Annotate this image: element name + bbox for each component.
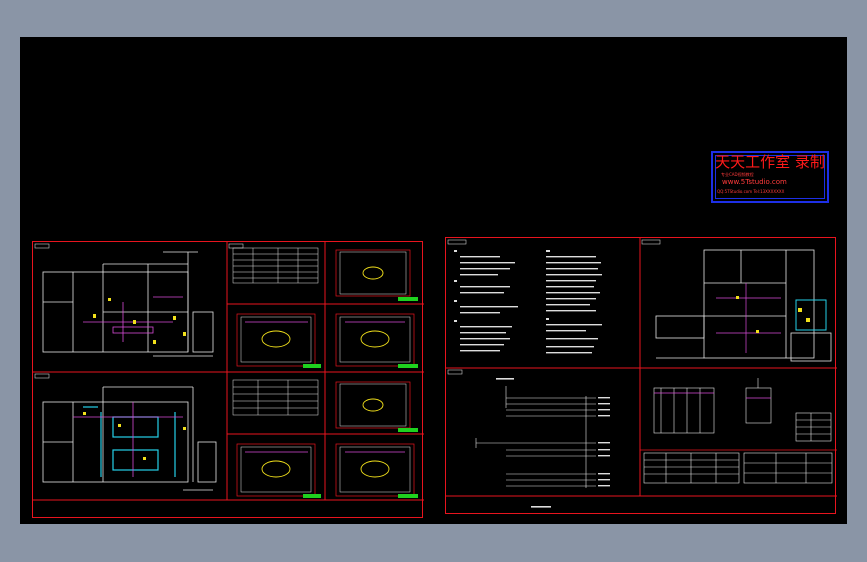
stamp-title: 天天工作室 录制 [715, 153, 825, 171]
stamp-url: www.5Tstudio.com [722, 178, 787, 186]
stamp-contact: QQ:5TStudio.com Tel:13XXXXXXX [717, 189, 785, 194]
cad-drawing-canvas[interactable]: 天天工作室 录制 专业CAD视频教程 www.5Tstudio.com QQ:5… [20, 37, 847, 524]
left-drawing-sheet[interactable] [32, 241, 424, 518]
studio-watermark-stamp: 天天工作室 录制 专业CAD视频教程 www.5Tstudio.com QQ:5… [711, 151, 829, 203]
right-sheet-drawing [446, 238, 837, 508]
left-sheet-drawing [33, 242, 424, 501]
right-drawing-sheet[interactable] [445, 237, 837, 514]
